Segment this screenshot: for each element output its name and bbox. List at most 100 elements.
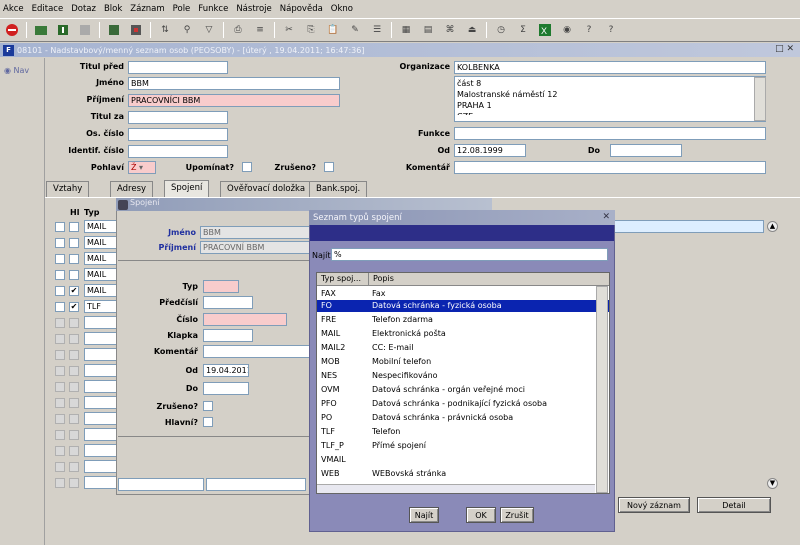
list-item[interactable]: PFO Datová schránka - podnikající fyzická…: [317, 398, 595, 410]
scroll-up-icon[interactable]: ▲: [767, 221, 778, 232]
menu-dotaz[interactable]: Dotaz: [71, 4, 96, 14]
grid-scrollbar[interactable]: [766, 220, 778, 490]
cut-icon[interactable]: ✂: [281, 22, 297, 38]
adresa-scrollbar[interactable]: [754, 77, 766, 121]
typ-cell[interactable]: MAIL: [84, 236, 118, 249]
edit-icon[interactable]: ✎: [347, 22, 363, 38]
komentar-field[interactable]: [454, 161, 766, 174]
list-item[interactable]: TLF Telefon: [317, 426, 595, 438]
menu-editace[interactable]: Editace: [32, 4, 64, 14]
footer-field[interactable]: [206, 478, 306, 491]
list-item[interactable]: OVM Datová schránka - orgán veřejné moci: [317, 384, 595, 396]
link-icon[interactable]: ⌘: [442, 22, 458, 38]
excel-icon[interactable]: X: [537, 22, 553, 38]
eject-icon[interactable]: ⏏: [464, 22, 480, 38]
menu-zaznam[interactable]: Záznam: [130, 4, 164, 14]
typ-cell[interactable]: [84, 444, 118, 457]
tab-vztahy[interactable]: Vztahy: [46, 181, 90, 197]
execute-query-icon[interactable]: [128, 22, 144, 38]
pohlavi-select[interactable]: Ž ▾: [128, 161, 156, 174]
zrusit-button[interactable]: Zrušit: [500, 507, 534, 523]
do-field[interactable]: [203, 382, 249, 395]
typ-cell[interactable]: TLF: [84, 300, 118, 313]
list-icon[interactable]: ≡: [252, 22, 268, 38]
funkce-field[interactable]: [454, 127, 766, 140]
print-icon[interactable]: ⎙: [230, 22, 246, 38]
new-record-icon[interactable]: [55, 22, 71, 38]
typ-field[interactable]: [203, 280, 239, 293]
footer-field[interactable]: [118, 478, 204, 491]
typ-cell[interactable]: MAIL: [84, 252, 118, 265]
menu-napoveda[interactable]: Nápověda: [280, 4, 323, 14]
context-help-icon[interactable]: ?: [603, 22, 619, 38]
typ-cell[interactable]: [84, 316, 118, 329]
adresa-field[interactable]: část 8 Malostranské náměstí 12 PRAHA 1 C…: [454, 76, 766, 122]
organizace-field[interactable]: KOLBENKA: [454, 61, 766, 74]
zruseno-checkbox[interactable]: [324, 162, 334, 172]
typ-cell[interactable]: [84, 380, 118, 393]
menu-pole[interactable]: Pole: [173, 4, 191, 14]
scroll-down-icon[interactable]: ▼: [767, 478, 778, 489]
titul-pred-field[interactable]: [128, 61, 228, 74]
tab-adresy[interactable]: Adresy: [110, 181, 154, 197]
row-select-checkbox[interactable]: [55, 270, 65, 280]
list-item[interactable]: PO Datová schránka - právnická osoba: [317, 412, 595, 424]
exit-icon[interactable]: [4, 22, 20, 38]
typ-cell[interactable]: [84, 332, 118, 345]
close-icon[interactable]: ✕: [602, 212, 610, 222]
row-select-checkbox[interactable]: [55, 254, 65, 264]
predcisli-field[interactable]: [203, 296, 253, 309]
typ-cell[interactable]: [84, 364, 118, 377]
save-icon[interactable]: [33, 22, 49, 38]
hlavni-checkbox[interactable]: [69, 270, 79, 280]
menu-funkce[interactable]: Funkce: [198, 4, 228, 14]
hlavni-checkbox[interactable]: [203, 417, 213, 427]
grid-cell-selected[interactable]: [614, 220, 764, 233]
copy-icon[interactable]: ⎘: [303, 22, 319, 38]
tab-spojeni[interactable]: Spojení: [164, 180, 210, 197]
list-values-icon[interactable]: ☰: [369, 22, 385, 38]
list-item[interactable]: WEB WEBovská stránka: [317, 468, 595, 480]
list-horizontal-scrollbar[interactable]: [317, 484, 595, 493]
filter-icon[interactable]: ⚲: [179, 22, 195, 38]
clock-icon[interactable]: ◷: [493, 22, 509, 38]
najit-button[interactable]: Najít: [409, 507, 439, 523]
tab-overovaci-dolozka[interactable]: Ověřovací doložka: [220, 181, 313, 197]
window-controls[interactable]: □ ✕: [775, 44, 794, 54]
hlavni-checkbox[interactable]: [69, 222, 79, 232]
menu-okno[interactable]: Okno: [331, 4, 353, 14]
klapka-field[interactable]: [203, 329, 253, 342]
column-header-popis[interactable]: Popis: [369, 273, 394, 285]
document-icon[interactable]: ▤: [420, 22, 436, 38]
cislo-field[interactable]: [203, 313, 287, 326]
hlavni-checkbox[interactable]: [69, 238, 79, 248]
row-select-checkbox[interactable]: [55, 238, 65, 248]
detail-button[interactable]: Detail: [697, 497, 771, 513]
typ-cell[interactable]: [84, 396, 118, 409]
nav-button[interactable]: ◉ Nav: [4, 66, 29, 75]
zruseno-checkbox[interactable]: [203, 401, 213, 411]
od-field[interactable]: 12.08.1999: [454, 144, 526, 157]
titul-za-field[interactable]: [128, 111, 228, 124]
typ-cell[interactable]: [84, 412, 118, 425]
os-cislo-field[interactable]: [128, 128, 228, 141]
hlavni-checkbox[interactable]: ✔: [69, 286, 79, 296]
komentar-field[interactable]: [203, 345, 311, 358]
identif-field[interactable]: [128, 145, 228, 158]
typ-cell[interactable]: [84, 428, 118, 441]
calendar-icon[interactable]: ▦: [398, 22, 414, 38]
menu-akce[interactable]: Akce: [3, 4, 24, 14]
tab-bank-spoj[interactable]: Bank.spoj.: [309, 181, 368, 197]
query-icon[interactable]: [106, 22, 122, 38]
prijmeni-field[interactable]: PRACOVNÍCI BBM: [128, 94, 340, 107]
list-vertical-scrollbar[interactable]: [596, 286, 608, 493]
list-item[interactable]: VMAIL: [317, 454, 595, 466]
sum-icon[interactable]: Σ: [515, 22, 531, 38]
help-icon[interactable]: ?: [581, 22, 597, 38]
list-item[interactable]: FRE Telefon zdarma: [317, 314, 595, 326]
list-item[interactable]: NES Nespecifikováno: [317, 370, 595, 382]
new-record-button[interactable]: Nový záznam: [618, 497, 690, 513]
row-select-checkbox[interactable]: [55, 286, 65, 296]
typ-cell[interactable]: [84, 348, 118, 361]
menu-nastroje[interactable]: Nástroje: [236, 4, 271, 14]
